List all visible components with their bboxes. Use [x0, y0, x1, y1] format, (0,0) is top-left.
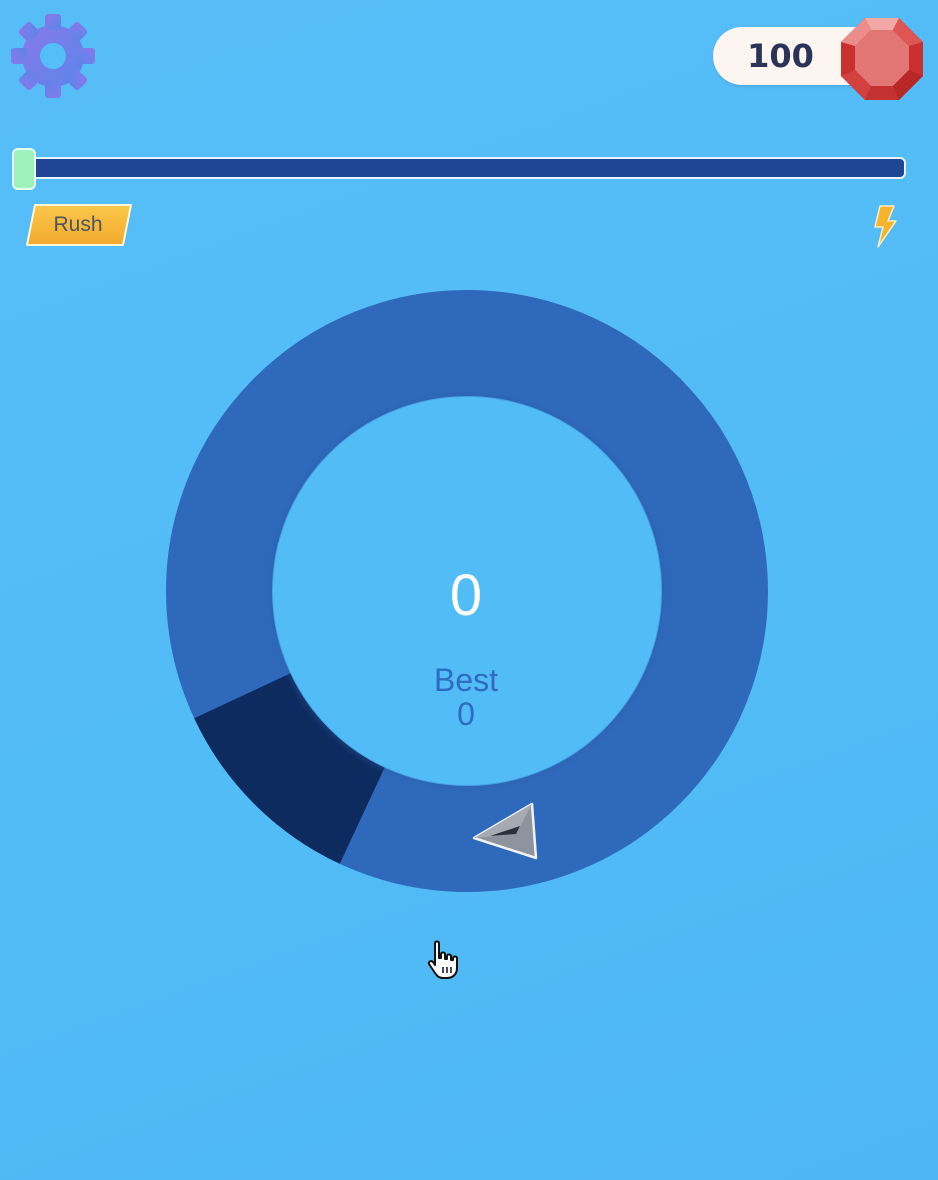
level-progress-handle — [12, 148, 36, 190]
settings-button[interactable] — [10, 13, 96, 99]
ruby-gem-icon — [838, 14, 926, 102]
level-progress-track — [22, 157, 906, 179]
lightning-bolt-icon — [872, 204, 898, 248]
gem-count: 100 — [747, 37, 814, 75]
hand-cursor-icon — [426, 940, 462, 980]
paper-plane-icon[interactable] — [470, 798, 540, 862]
current-score: 0 — [449, 563, 483, 628]
best-score-value: 0 — [457, 696, 475, 732]
gear-icon — [11, 14, 95, 98]
rush-label: Rush — [53, 213, 103, 236]
